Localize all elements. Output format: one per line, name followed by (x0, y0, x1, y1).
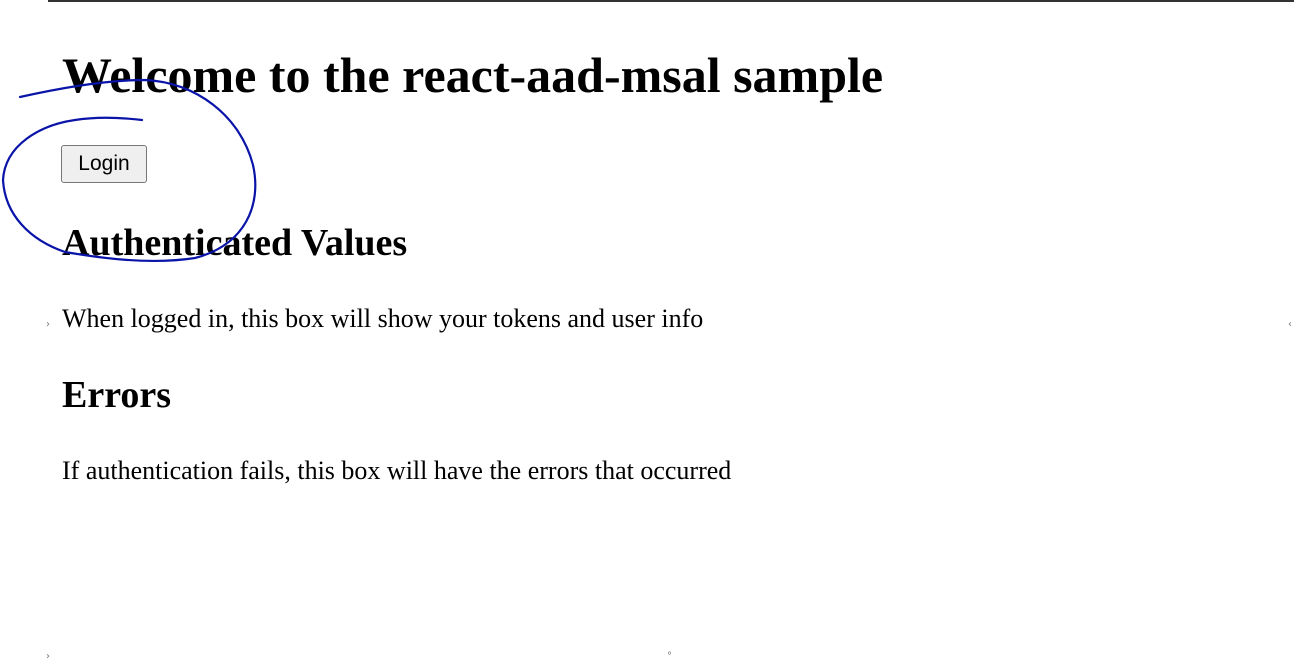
resize-handle-bottom-left[interactable]: › (46, 652, 54, 661)
login-button[interactable]: Login (61, 145, 147, 183)
errors-heading: Errors (62, 374, 172, 416)
resize-handle-right[interactable]: ‹ (1288, 320, 1294, 330)
page-title: Welcome to the react-aad-msal sample (62, 47, 884, 103)
errors-text: If authentication fails, this box will h… (62, 456, 732, 485)
authenticated-values-heading: Authenticated Values (62, 222, 408, 264)
resize-handle-bottom[interactable]: ° (667, 652, 675, 661)
resize-handle-left[interactable]: › (46, 320, 54, 330)
top-border (48, 0, 1294, 2)
authenticated-values-text: When logged in, this box will show your … (62, 304, 704, 333)
